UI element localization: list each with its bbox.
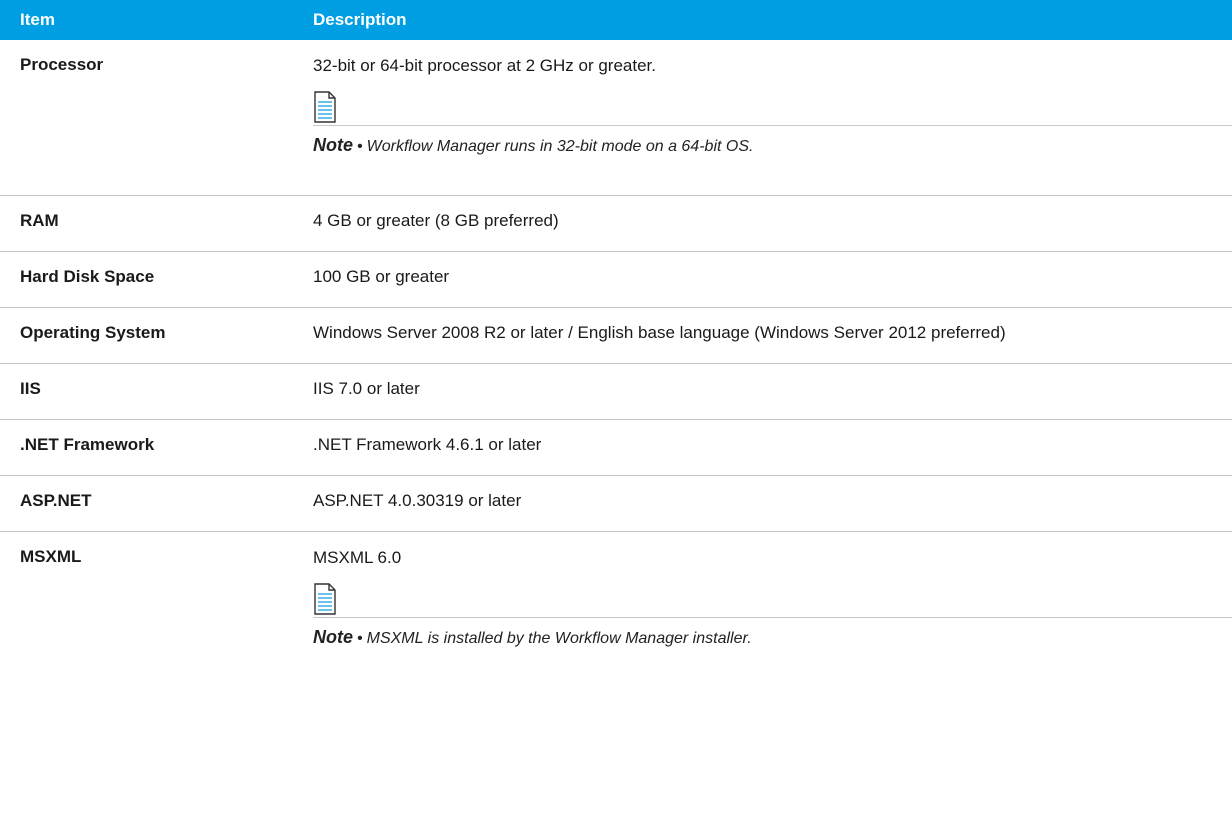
table-row: Operating System Windows Server 2008 R2 …: [0, 307, 1232, 364]
note-content: Workflow Manager runs in 32-bit mode on …: [366, 138, 754, 155]
item-cell: Hard Disk Space: [0, 251, 310, 308]
table-row: MSXML MSXML 6.0 Note • MSXML is installed …: [0, 532, 1232, 690]
note-bullet: •: [357, 630, 363, 647]
table-row: Hard Disk Space 100 GB or greater: [0, 251, 1232, 308]
item-cell: .NET Framework: [0, 419, 310, 476]
header-row: Item Description: [0, 0, 1232, 40]
note-label: Note: [313, 627, 353, 647]
table-body: Processor 32-bit or 64-bit processor at …: [0, 40, 1232, 689]
description-column-header: Description: [310, 0, 1232, 40]
note-bullet: •: [357, 138, 363, 155]
note-document-icon: [314, 91, 336, 123]
item-cell: Operating System: [0, 307, 310, 364]
table-header: Item Description: [0, 0, 1232, 40]
description-text: 32-bit or 64-bit processor at 2 GHz or g…: [313, 56, 656, 75]
item-column-header: Item: [0, 0, 310, 40]
description-cell: Windows Server 2008 R2 or later / Englis…: [310, 307, 1232, 364]
item-cell: Processor: [0, 40, 310, 196]
note-content: MSXML is installed by the Workflow Manag…: [366, 630, 752, 647]
item-cell: IIS: [0, 363, 310, 420]
description-cell: 32-bit or 64-bit processor at 2 GHz or g…: [310, 40, 1232, 196]
table-row: IIS IIS 7.0 or later: [0, 363, 1232, 420]
description-cell: ASP.NET 4.0.30319 or later: [310, 475, 1232, 532]
description-cell: MSXML 6.0 Note • MSXML is installed by the…: [310, 532, 1232, 690]
note-document-icon: [314, 583, 336, 615]
table-row: Processor 32-bit or 64-bit processor at …: [0, 40, 1232, 196]
item-cell: MSXML: [20, 547, 82, 566]
description-cell: IIS 7.0 or later: [310, 363, 1232, 420]
item-cell: RAM: [0, 195, 310, 252]
note-block: Note • Workflow Manager runs in 32-bit mod…: [313, 91, 1232, 158]
description-cell: 100 GB or greater: [310, 251, 1232, 308]
description-cell: .NET Framework 4.6.1 or later: [310, 419, 1232, 476]
note-text: Note • Workflow Manager runs in 32-bit mod…: [313, 134, 1224, 158]
note-text: Note • MSXML is installed by the Workflow …: [313, 626, 1224, 650]
note-divider: [313, 125, 1232, 126]
description-cell: 4 GB or greater (8 GB preferred): [310, 195, 1232, 252]
item-cell: ASP.NET: [0, 475, 310, 532]
note-divider: [313, 617, 1232, 618]
table-row: .NET Framework .NET Framework 4.6.1 or l…: [0, 419, 1232, 476]
note-label: Note: [313, 135, 353, 155]
requirements-table: Item Description Processor 32-bit or 64-…: [0, 0, 1232, 689]
table-row: RAM 4 GB or greater (8 GB preferred): [0, 195, 1232, 252]
note-block: Note • MSXML is installed by the Workflow …: [313, 583, 1232, 650]
description-text: MSXML 6.0: [313, 548, 402, 567]
table-row: ASP.NET ASP.NET 4.0.30319 or later: [0, 475, 1232, 532]
